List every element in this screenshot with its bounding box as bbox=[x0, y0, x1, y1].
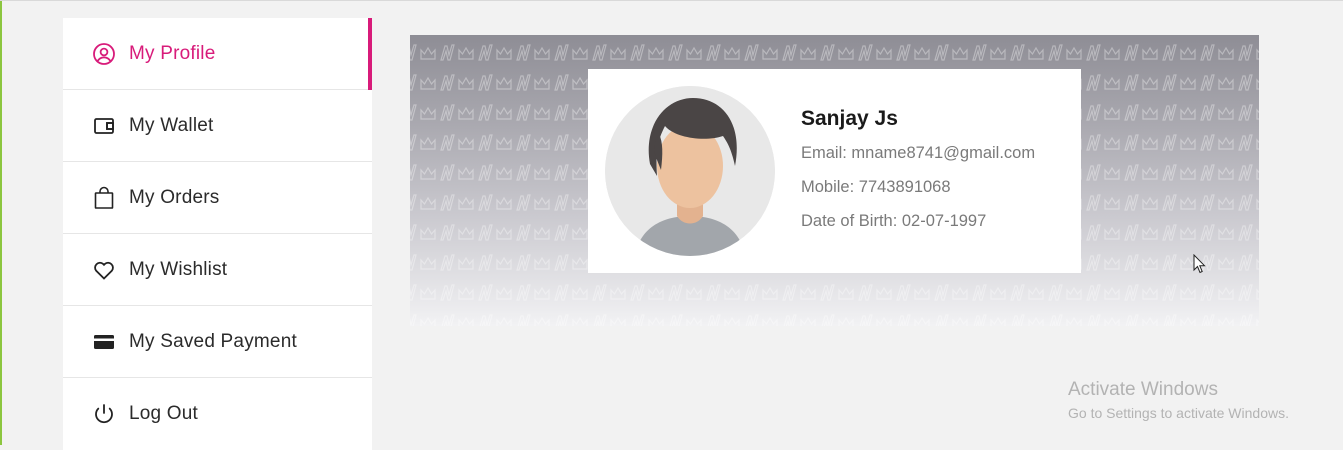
user-circle-icon bbox=[92, 42, 116, 66]
profile-email: Email: mname8741@gmail.com bbox=[801, 144, 1036, 162]
wallet-icon bbox=[92, 114, 116, 138]
sidebar-item-my-wishlist[interactable]: My Wishlist bbox=[63, 234, 372, 306]
sidebar-item-my-saved-payment[interactable]: My Saved Payment bbox=[63, 306, 372, 378]
sidebar-item-label: My Wallet bbox=[129, 114, 214, 136]
mouse-cursor-icon bbox=[1193, 254, 1206, 274]
window-top-border bbox=[0, 0, 1343, 1]
sidebar-item-log-out[interactable]: Log Out bbox=[63, 378, 372, 450]
profile-info: Sanjay Js Email: mname8741@gmail.com Mob… bbox=[801, 107, 1035, 245]
sidebar-item-label: My Wishlist bbox=[129, 258, 228, 280]
account-sidebar: My Profile My Wallet My Orders My Wishli… bbox=[63, 18, 372, 450]
sidebar-item-label: My Saved Payment bbox=[129, 330, 297, 352]
sidebar-item-label: Log Out bbox=[129, 403, 199, 424]
activate-windows-watermark: Activate Windows Go to Settings to activ… bbox=[1068, 379, 1289, 421]
sidebar-item-label: My Profile bbox=[129, 42, 216, 64]
window-left-border bbox=[0, 0, 2, 445]
watermark-title: Activate Windows bbox=[1068, 379, 1218, 400]
profile-name: Sanjay Js bbox=[801, 107, 898, 130]
sidebar-item-my-orders[interactable]: My Orders bbox=[63, 162, 372, 234]
power-icon bbox=[92, 402, 116, 426]
heart-icon bbox=[92, 258, 116, 282]
shopping-bag-icon bbox=[92, 186, 116, 210]
default-avatar-icon bbox=[605, 86, 775, 256]
sidebar-item-my-wallet[interactable]: My Wallet bbox=[63, 90, 372, 162]
profile-mobile: Mobile: 7743891068 bbox=[801, 178, 951, 196]
profile-card: Sanjay Js Email: mname8741@gmail.com Mob… bbox=[588, 69, 1081, 273]
sidebar-item-my-profile[interactable]: My Profile bbox=[63, 18, 372, 90]
credit-card-icon bbox=[92, 330, 116, 354]
profile-dob: Date of Birth: 02-07-1997 bbox=[801, 212, 987, 230]
sidebar-item-label: My Orders bbox=[129, 186, 220, 208]
watermark-subtitle: Go to Settings to activate Windows. bbox=[1068, 405, 1289, 421]
